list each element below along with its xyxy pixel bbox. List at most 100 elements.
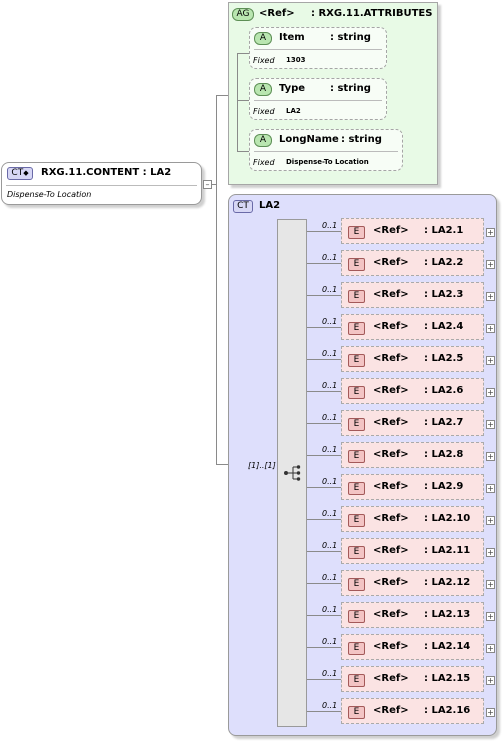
element-ref: <Ref> bbox=[373, 321, 409, 332]
complex-type-name: LA2 bbox=[259, 200, 281, 211]
element-connector bbox=[307, 583, 341, 584]
element-la2-16[interactable]: E <Ref>: LA2.16 bbox=[341, 698, 484, 724]
attribute-fixed-value: 1303 bbox=[286, 56, 306, 64]
complex-type-rxg11-content[interactable]: CT◆ RXG.11.CONTENT : LA2 Dispense-To Loc… bbox=[1, 162, 202, 205]
element-connector bbox=[307, 295, 341, 296]
element-badge: E bbox=[348, 354, 365, 367]
element-name: : LA2.8 bbox=[424, 449, 464, 460]
element-name: : LA2.9 bbox=[424, 481, 464, 492]
element-la2-6[interactable]: E <Ref>: LA2.6 bbox=[341, 378, 484, 404]
element-ref: <Ref> bbox=[373, 609, 409, 620]
expand-icon[interactable]: + bbox=[486, 708, 495, 717]
element-ref: <Ref> bbox=[373, 481, 409, 492]
element-occurrence: 0..1 bbox=[322, 221, 338, 230]
element-badge: E bbox=[348, 386, 365, 399]
element-la2-12[interactable]: E <Ref>: LA2.12 bbox=[341, 570, 484, 596]
divider bbox=[254, 151, 398, 152]
expand-icon[interactable]: + bbox=[486, 292, 495, 301]
element-la2-8[interactable]: E <Ref>: LA2.8 bbox=[341, 442, 484, 468]
element-connector bbox=[307, 711, 341, 712]
element-badge: E bbox=[348, 258, 365, 271]
divider bbox=[6, 185, 197, 186]
element-name: : LA2.2 bbox=[424, 257, 464, 268]
element-la2-1[interactable]: E <Ref>: LA2.1 bbox=[341, 218, 484, 244]
element-occurrence: 0..1 bbox=[322, 509, 338, 518]
attribute-type: : string bbox=[341, 134, 382, 145]
expand-icon[interactable]: + bbox=[486, 644, 495, 653]
expand-icon[interactable]: + bbox=[486, 612, 495, 621]
attribute-fixed-label: Fixed bbox=[253, 107, 275, 116]
expand-icon[interactable]: + bbox=[486, 548, 495, 557]
attribute-longname[interactable]: A LongName : string Fixed Dispense-To Lo… bbox=[249, 129, 403, 171]
element-badge: E bbox=[348, 578, 365, 591]
element-ref: <Ref> bbox=[373, 385, 409, 396]
element-occurrence: 0..1 bbox=[322, 477, 338, 486]
element-la2-7[interactable]: E <Ref>: LA2.7 bbox=[341, 410, 484, 436]
element-connector bbox=[307, 327, 341, 328]
attribute-badge: A bbox=[254, 32, 272, 45]
element-la2-11[interactable]: E <Ref>: LA2.11 bbox=[341, 538, 484, 564]
element-ref: <Ref> bbox=[373, 673, 409, 684]
connector-main-vertical bbox=[216, 95, 217, 464]
element-name: : LA2.14 bbox=[424, 641, 471, 652]
attribute-badge: A bbox=[254, 134, 272, 147]
attribute-item[interactable]: A Item : string Fixed 1303 bbox=[249, 27, 387, 69]
element-la2-9[interactable]: E <Ref>: LA2.9 bbox=[341, 474, 484, 500]
divider bbox=[254, 100, 382, 101]
expand-icon[interactable]: + bbox=[486, 324, 495, 333]
expand-icon[interactable]: + bbox=[486, 484, 495, 493]
attribute-type[interactable]: A Type : string Fixed LA2 bbox=[249, 78, 387, 120]
element-badge: E bbox=[348, 674, 365, 687]
expand-icon[interactable]: + bbox=[486, 420, 495, 429]
expand-icon[interactable]: + bbox=[486, 516, 495, 525]
element-la2-5[interactable]: E <Ref>: LA2.5 bbox=[341, 346, 484, 372]
element-la2-13[interactable]: E <Ref>: LA2.13 bbox=[341, 602, 484, 628]
expand-icon[interactable]: + bbox=[486, 676, 495, 685]
element-connector bbox=[307, 647, 341, 648]
element-name: : LA2.5 bbox=[424, 353, 464, 364]
element-badge: E bbox=[348, 290, 365, 303]
attribute-group-name: : RXG.11.ATTRIBUTES bbox=[311, 8, 433, 19]
expand-icon[interactable]: + bbox=[486, 228, 495, 237]
sequence-icon bbox=[284, 465, 301, 481]
element-ref: <Ref> bbox=[373, 417, 409, 428]
element-badge: E bbox=[348, 642, 365, 655]
element-occurrence: 0..1 bbox=[322, 445, 338, 454]
element-occurrence: 0..1 bbox=[322, 573, 338, 582]
element-badge: E bbox=[348, 610, 365, 623]
element-occurrence: 0..1 bbox=[322, 413, 338, 422]
element-badge: E bbox=[348, 450, 365, 463]
connector-to-attribute-group bbox=[216, 95, 228, 96]
complex-type-badge: CT bbox=[233, 200, 253, 213]
element-la2-15[interactable]: E <Ref> : LA2.15 bbox=[341, 666, 484, 692]
element-la2-3[interactable]: E <Ref>: LA2.3 bbox=[341, 282, 484, 308]
element-ref: <Ref> bbox=[373, 641, 409, 652]
element-name: : LA2.7 bbox=[424, 417, 464, 428]
expand-icon[interactable]: + bbox=[486, 452, 495, 461]
element-ref: <Ref> bbox=[373, 513, 409, 524]
expand-icon[interactable]: + bbox=[486, 388, 495, 397]
element-connector bbox=[307, 231, 341, 232]
expand-icon[interactable]: + bbox=[486, 580, 495, 589]
element-la2-2[interactable]: E <Ref> : LA2.2 bbox=[341, 250, 484, 276]
element-name: : LA2.4 bbox=[424, 321, 464, 332]
element-name: : LA2.16 bbox=[424, 705, 471, 716]
element-name: : LA2.3 bbox=[424, 289, 464, 300]
expand-icon[interactable]: + bbox=[486, 260, 495, 269]
element-la2-4[interactable]: E <Ref> : LA2.4 bbox=[341, 314, 484, 340]
collapse-icon[interactable]: – bbox=[203, 180, 212, 189]
attribute-group-badge: AG bbox=[232, 8, 254, 21]
element-ref: <Ref> bbox=[373, 257, 409, 268]
element-occurrence: 0..1 bbox=[322, 541, 338, 550]
attribute-fixed-value: LA2 bbox=[286, 107, 301, 115]
element-la2-10[interactable]: E <Ref>: LA2.10 bbox=[341, 506, 484, 532]
element-occurrence: 0..1 bbox=[322, 605, 338, 614]
element-name: : LA2.15 bbox=[424, 673, 471, 684]
element-connector bbox=[307, 551, 341, 552]
element-connector bbox=[307, 615, 341, 616]
element-la2-14[interactable]: E <Ref> : LA2.14 bbox=[341, 634, 484, 660]
element-badge: E bbox=[348, 226, 365, 239]
expand-icon[interactable]: + bbox=[486, 356, 495, 365]
element-name: : LA2.1 bbox=[424, 225, 464, 236]
element-badge: E bbox=[348, 322, 365, 335]
